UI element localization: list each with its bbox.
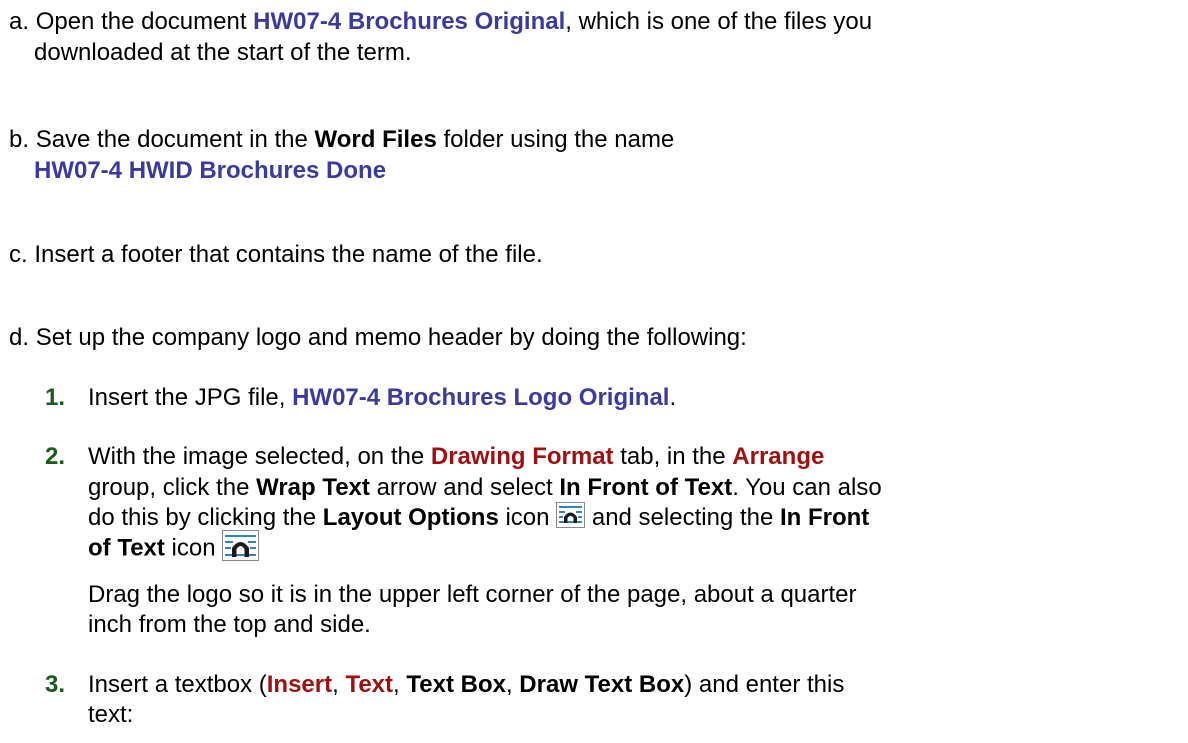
step-c-text: Insert a footer that contains the name o… [34, 241, 543, 268]
substep-2-text-6: do this by clicking the [88, 503, 323, 531]
substep-2-text-5: . You can also [732, 474, 882, 501]
substep-2-drawing-format: Drawing Format [430, 443, 614, 470]
substep-2-in-front-a: In Front [779, 503, 870, 531]
substep-2-wrap-text: Wrap Text [256, 474, 370, 501]
step-a-filename: HW07-4 Brochures Original [253, 8, 566, 35]
substep-3-number: 3. [45, 671, 66, 698]
substep-2-text-3: group, click the [88, 474, 257, 501]
step-d: d. Set up the company logo and memo head… [9, 323, 747, 352]
step-a-letter: a. [9, 8, 30, 35]
substep-2-text-8: and selecting the [585, 503, 780, 531]
step-b-text: Save the document in the [35, 126, 315, 153]
substep-1-text-2: . [669, 384, 677, 411]
step-d-letter: d. [9, 324, 30, 351]
substep-2-drag-line-2: inch from the top and side. [88, 611, 371, 638]
substep-1-filename: HW07-4 Brochures Logo Original [292, 384, 670, 411]
substep-3-line-2: text: [88, 701, 134, 728]
substep-2-text-7: icon [498, 503, 557, 531]
substep-3-text: Text [345, 671, 394, 698]
substep-3-draw-text-box: Draw Text Box [519, 671, 685, 698]
step-b: b. Save the document in the Word Files f… [9, 125, 674, 154]
substep-1-number: 1. [45, 384, 66, 411]
step-c: c. Insert a footer that contains the nam… [9, 240, 543, 269]
substep-2-arrange: Arrange [732, 443, 825, 470]
substep-3-insert: Insert [266, 671, 333, 698]
substep-2-number: 2. [45, 443, 66, 470]
step-a-text-2: , which is one of the files you [565, 8, 873, 35]
substep-3-sep-3: , [505, 671, 520, 698]
instructions-page: a. Open the document HW07-4 Brochures Or… [0, 0, 1188, 743]
substep-2-layout-options: Layout Options [322, 503, 499, 531]
step-a-line-2: downloaded at the start of the term. [34, 39, 412, 66]
substep-2-line-4: of Text icon [88, 530, 260, 568]
substep-2-in-front-of-text: In Front of Text [559, 474, 733, 501]
substep-2-line-1: With the image selected, on the Drawing … [88, 442, 824, 471]
substep-2-in-front-b: of Text [88, 534, 165, 562]
substep-2-drag-line-1: Drag the logo so it is in the upper left… [88, 581, 857, 608]
substep-2-line-2: group, click the Wrap Text arrow and sel… [88, 473, 882, 502]
layout-options-icon [556, 502, 586, 535]
substep-2-text-2: tab, in the [613, 443, 733, 470]
substep-1-body: Insert the JPG file, HW07-4 Brochures Lo… [88, 383, 676, 412]
substep-2-text-9: icon [164, 534, 216, 562]
substep-3-text-box: Text Box [406, 671, 506, 698]
step-b-letter: b. [9, 126, 30, 153]
step-d-text: Set up the company logo and memo header … [35, 324, 747, 351]
substep-3-sep-1: , [332, 671, 346, 698]
substep-3-sep-2: , [393, 671, 407, 698]
step-b-text-2: folder using the name [436, 126, 675, 153]
substep-2-text-1: With the image selected, on the [88, 443, 431, 470]
substep-1: 1. [45, 383, 65, 412]
substep-2-text-4: arrow and select [369, 474, 560, 501]
step-c-letter: c. [9, 241, 28, 268]
substep-3-line-1: Insert a textbox (Insert, Text, Text Box… [88, 670, 844, 699]
step-a: a. Open the document HW07-4 Brochures Or… [9, 7, 872, 36]
step-b-folder: Word Files [314, 126, 437, 153]
step-b-filename: HW07-4 HWID Brochures Done [34, 157, 387, 184]
substep-3-text-2: ) and enter this [684, 671, 845, 698]
substep-1-text: Insert the JPG file, [88, 384, 293, 411]
step-a-text: Open the document [35, 8, 254, 35]
substep-3: 3. [45, 670, 65, 699]
substep-2: 2. [45, 442, 65, 471]
substep-3-text-1: Insert a textbox ( [88, 671, 267, 698]
in-front-of-text-icon [222, 530, 260, 568]
